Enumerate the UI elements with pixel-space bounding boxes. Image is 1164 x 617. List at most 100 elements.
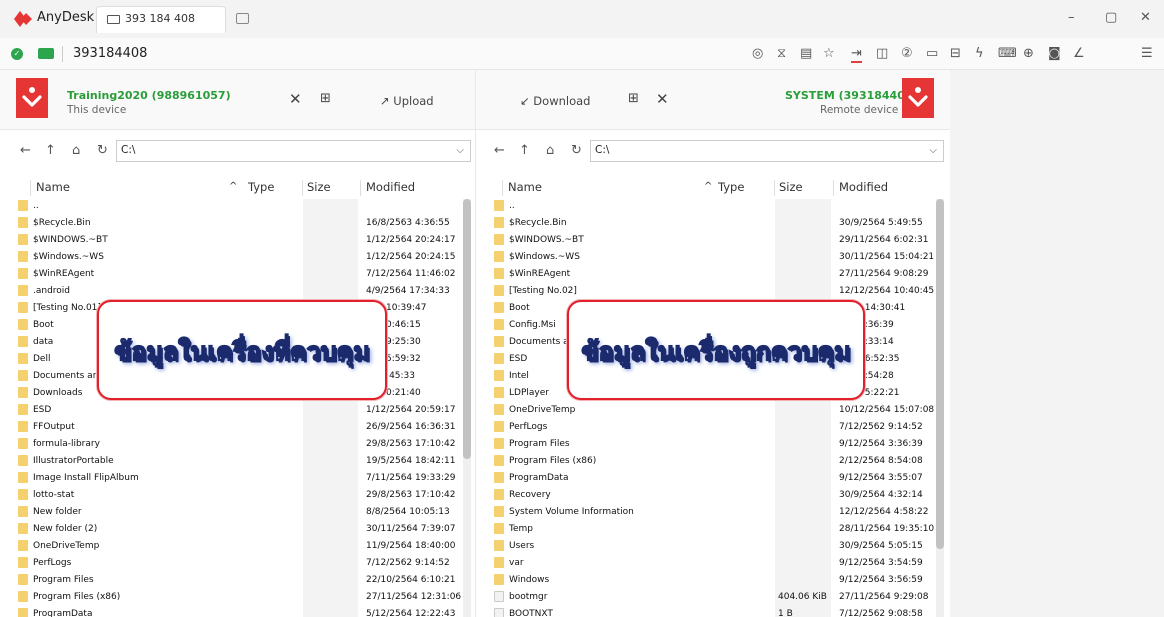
list-item[interactable]: .android 4/9/2564 17:34:33 <box>0 283 475 300</box>
screenshot-icon[interactable]: ⊟ <box>950 47 961 61</box>
list-item[interactable]: Recovery 30/9/2564 4:32:14 <box>476 487 950 504</box>
file-transfer-icon[interactable]: ⇥ <box>851 47 862 63</box>
back-icon[interactable]: ← <box>20 143 31 158</box>
switch-monitor-icon[interactable]: ② <box>901 47 913 61</box>
file-name: [Testing No.01] <box>33 303 101 313</box>
action-icon[interactable]: ϟ <box>975 47 984 61</box>
local-scrollbar[interactable] <box>463 199 471 617</box>
list-item[interactable]: New folder (2) 30/11/2564 7:39:07 <box>0 521 475 538</box>
new-folder-icon[interactable]: ⊞ <box>628 91 639 106</box>
list-item[interactable]: $Recycle.Bin 16/8/2563 4:36:55 <box>0 215 475 232</box>
close-local-icon[interactable]: ✕ <box>289 90 302 108</box>
maximize-button[interactable]: ▢ <box>1105 10 1117 25</box>
draw-icon[interactable]: ∠ <box>1073 47 1085 61</box>
divider <box>30 180 31 196</box>
chevron-down-icon[interactable]: ⌵ <box>456 145 464 156</box>
refresh-icon[interactable]: ↻ <box>97 143 108 158</box>
list-item[interactable]: ProgramData 5/12/2564 12:22:43 <box>0 606 475 617</box>
list-item[interactable]: lotto-stat 29/8/2563 17:10:42 <box>0 487 475 504</box>
list-item[interactable]: Users 30/9/2564 5:05:15 <box>476 538 950 555</box>
anydesk-window: { "app": {"name": "AnyDesk", "tab_label"… <box>0 0 1164 617</box>
col-name[interactable]: Name <box>36 180 70 194</box>
col-name[interactable]: Name <box>508 180 542 194</box>
refresh-icon[interactable]: ↻ <box>571 143 582 158</box>
list-item[interactable]: bootmgr 404.06 KiB 27/11/2564 9:29:08 <box>476 589 950 606</box>
hourglass-icon[interactable]: ⧖ <box>777 47 786 61</box>
view-icon[interactable]: ◙ <box>1048 47 1061 61</box>
list-item[interactable]: $WinREAgent 27/11/2564 9:08:29 <box>476 266 950 283</box>
scroll-thumb[interactable] <box>936 199 944 549</box>
list-item[interactable]: OneDriveTemp 11/9/2564 18:40:00 <box>0 538 475 555</box>
star-icon[interactable]: ☆ <box>823 47 835 61</box>
home-icon[interactable]: ⌂ <box>72 143 80 158</box>
list-item[interactable]: .. <box>0 198 475 215</box>
file-icon <box>494 608 504 617</box>
col-type[interactable]: Type <box>248 180 274 194</box>
close-window-button[interactable]: ✕ <box>1140 10 1151 25</box>
list-item[interactable]: PerfLogs 7/12/2562 9:14:52 <box>0 555 475 572</box>
close-remote-icon[interactable]: ✕ <box>656 90 669 108</box>
list-item[interactable]: $Windows.~WS 1/12/2564 20:24:15 <box>0 249 475 266</box>
folder-icon <box>494 319 504 330</box>
upload-arrow-icon: ↗ <box>380 94 390 108</box>
remote-path-input[interactable]: C:\ ⌵ <box>590 140 944 162</box>
list-item[interactable]: PerfLogs 7/12/2562 9:14:52 <box>476 419 950 436</box>
list-item[interactable]: IllustratorPortable 19/5/2564 18:42:11 <box>0 453 475 470</box>
local-path-input[interactable]: C:\ ⌵ <box>116 140 471 162</box>
download-button[interactable]: ↙ Download <box>520 94 590 108</box>
list-item[interactable]: Windows 9/12/2564 3:56:59 <box>476 572 950 589</box>
remote-scrollbar[interactable] <box>936 199 944 617</box>
list-item[interactable]: FFOutput 26/9/2564 16:36:31 <box>0 419 475 436</box>
new-tab-icon[interactable] <box>236 13 249 24</box>
list-item[interactable]: Temp 28/11/2564 19:35:10 <box>476 521 950 538</box>
folder-icon <box>18 472 28 483</box>
list-item[interactable]: formula-library 29/8/2563 17:10:42 <box>0 436 475 453</box>
col-type[interactable]: Type <box>718 180 744 194</box>
list-item[interactable]: $WINDOWS.~BT 1/12/2564 20:24:17 <box>0 232 475 249</box>
list-item[interactable]: New folder 8/8/2564 10:05:13 <box>0 504 475 521</box>
upload-label: Upload <box>393 94 434 108</box>
list-item[interactable]: Program Files (x86) 27/11/2564 12:31:06 <box>0 589 475 606</box>
list-item[interactable]: var 9/12/2564 3:54:59 <box>476 555 950 572</box>
display-icon[interactable]: ▭ <box>926 47 938 61</box>
list-item[interactable]: OneDriveTemp 10/12/2564 15:07:08 <box>476 402 950 419</box>
up-icon[interactable]: ↑ <box>45 143 56 158</box>
col-size[interactable]: Size <box>307 180 331 194</box>
upload-button[interactable]: ↗ Upload <box>380 94 434 108</box>
col-modified[interactable]: Modified <box>366 180 415 194</box>
list-item[interactable]: ProgramData 9/12/2564 3:55:07 <box>476 470 950 487</box>
chevron-down-icon[interactable]: ⌵ <box>929 145 937 156</box>
file-name: Program Files (x86) <box>33 592 121 602</box>
list-item[interactable]: $Windows.~WS 30/11/2564 15:04:21 <box>476 249 950 266</box>
minimize-button[interactable]: – <box>1068 10 1075 25</box>
menu-icon[interactable]: ☰ <box>1141 47 1153 61</box>
list-item[interactable]: BOOTNXT 1 B 7/12/2562 9:08:58 <box>476 606 950 617</box>
list-item[interactable]: ESD 1/12/2564 20:59:17 <box>0 402 475 419</box>
scroll-thumb[interactable] <box>463 199 471 459</box>
keyboard-icon[interactable]: ⌨ <box>998 47 1017 61</box>
home-icon[interactable]: ⌂ <box>546 143 554 158</box>
back-icon[interactable]: ← <box>494 143 505 158</box>
list-item[interactable]: Image Install FlipAlbum 7/11/2564 19:33:2… <box>0 470 475 487</box>
chat-icon[interactable]: ◎ <box>752 47 763 61</box>
list-item[interactable]: Program Files (x86) 2/12/2564 8:54:08 <box>476 453 950 470</box>
col-modified[interactable]: Modified <box>839 180 888 194</box>
new-folder-icon[interactable]: ⊞ <box>320 91 331 106</box>
file-name: Config.Msi <box>509 320 556 330</box>
list-item[interactable]: [Testing No.02] 12/12/2564 10:40:45 <box>476 283 950 300</box>
list-item[interactable]: Program Files 22/10/2564 6:10:21 <box>0 572 475 589</box>
up-icon[interactable]: ↑ <box>519 143 530 158</box>
list-item[interactable]: .. <box>476 198 950 215</box>
database-icon[interactable]: ▤ <box>800 47 812 61</box>
monitor-icon[interactable]: ◫ <box>876 47 888 61</box>
col-size[interactable]: Size <box>779 180 803 194</box>
list-item[interactable]: $WINDOWS.~BT 29/11/2564 6:02:31 <box>476 232 950 249</box>
plus-monitor-icon[interactable]: ⊕ <box>1023 47 1034 61</box>
session-tab[interactable]: 393 184 408 <box>96 6 226 33</box>
list-item[interactable]: System Volume Information 12/12/2564 4:58… <box>476 504 950 521</box>
list-item[interactable]: $WinREAgent 7/12/2564 11:46:02 <box>0 266 475 283</box>
folder-icon <box>494 370 504 381</box>
list-item[interactable]: $Recycle.Bin 30/9/2564 5:49:55 <box>476 215 950 232</box>
folder-icon <box>494 472 504 483</box>
list-item[interactable]: Program Files 9/12/2564 3:36:39 <box>476 436 950 453</box>
